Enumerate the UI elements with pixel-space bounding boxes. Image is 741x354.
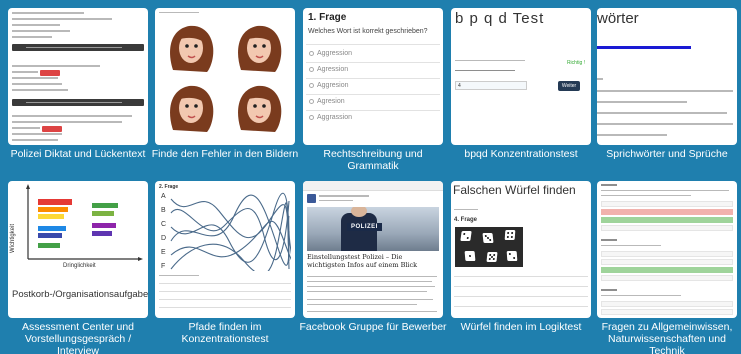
thumbnail-bpqd: b p q d Test Richtig ! 4 Weiter bbox=[451, 8, 591, 145]
path-letter: A bbox=[161, 193, 166, 200]
thumbnail-pfade: 2. Frage A B C D E F bbox=[155, 181, 295, 318]
bpqd-title: b p q d Test bbox=[455, 10, 545, 27]
polizei-badge: POLIZEI bbox=[347, 223, 382, 231]
quiz-title: 1. Frage bbox=[308, 12, 347, 23]
postkorb-label: Postkorb-/Organisationsaufgabe bbox=[12, 289, 148, 300]
thumbnail-wuerfel: Falschen Würfel finden 4. Frage bbox=[451, 181, 591, 318]
answer-field: 4 bbox=[455, 81, 527, 90]
thumbnail-faces bbox=[155, 8, 295, 145]
quiz-option: Aggression bbox=[309, 50, 352, 57]
path-letter: D bbox=[161, 235, 167, 242]
matrix-diagram-icon bbox=[26, 184, 143, 261]
sprichwoerter-title: wörter bbox=[597, 10, 639, 27]
face-illustration-icon bbox=[238, 85, 282, 132]
wuerfel-question: 4. Frage bbox=[454, 217, 478, 223]
tile-caption: Polizei Diktat und Lückentext bbox=[10, 148, 146, 160]
path-letter: B bbox=[161, 207, 166, 214]
maze-paths-icon bbox=[170, 192, 291, 271]
face-illustration-icon bbox=[170, 25, 214, 72]
y-axis-label: Wichtigkeit bbox=[10, 223, 16, 253]
thumbnail-postkorb: Wichtigkeit Dringlichkeit Postkorb-/Orga… bbox=[8, 181, 148, 318]
feedback-text: Richtig ! bbox=[566, 60, 585, 66]
tile-caption: Assessment Center und Vorstellungsgesprä… bbox=[21, 321, 135, 354]
path-letter: E bbox=[161, 249, 166, 256]
path-letter: F bbox=[161, 263, 166, 270]
face-illustration-icon bbox=[238, 25, 282, 72]
thumbnail-facebook: POLIZEI Einstellungstest Polizei – Die w… bbox=[303, 181, 443, 318]
quiz-option: Agression bbox=[309, 66, 348, 73]
pfade-title: 2. Frage bbox=[159, 184, 179, 190]
tile-caption: Finde den Fehler in den Bildern bbox=[151, 148, 299, 160]
quiz-question: Welches Wort ist korrekt geschrieben? bbox=[308, 28, 428, 35]
face-illustration-icon bbox=[170, 85, 214, 132]
tile-caption: Sprichwörter und Sprüche bbox=[606, 148, 728, 160]
tile-caption: Facebook Gruppe für Bewerber bbox=[299, 321, 447, 333]
quiz-option: Aggresion bbox=[309, 82, 349, 89]
x-axis-label: Dringlichkeit bbox=[63, 263, 96, 269]
post-headline: Einstellungstest Polizei – Die wichtigst… bbox=[307, 253, 418, 269]
wuerfel-title: Falschen Würfel finden bbox=[453, 183, 576, 197]
thumbnail-quiz: 1. Frage Welches Wort ist korrekt geschr… bbox=[303, 8, 443, 145]
police-photo: POLIZEI bbox=[307, 207, 439, 251]
tile-caption: Rechtschreibung und Grammatik bbox=[323, 148, 423, 172]
weiter-button: Weiter bbox=[558, 81, 580, 91]
quiz-option: Aggrassion bbox=[309, 114, 352, 121]
thumbnail-allgemeinwissen bbox=[597, 181, 737, 318]
tile-caption: bpqd Konzentrationstest bbox=[464, 148, 578, 160]
thumbnail-sprichwoerter: wörter bbox=[597, 8, 737, 145]
tile-caption: Fragen zu Allgemeinwissen, Naturwissensc… bbox=[601, 321, 733, 354]
tile-caption: Pfade finden im Konzentrationstest bbox=[181, 321, 269, 345]
dice-image bbox=[455, 227, 523, 267]
test-gallery: Polizei Diktat und Lückentext Finde den … bbox=[0, 0, 741, 354]
tile-caption: Würfel finden im Logiktest bbox=[460, 321, 582, 333]
path-letter: C bbox=[161, 221, 167, 228]
quiz-option: Agresion bbox=[309, 98, 345, 105]
thumbnail-diktat bbox=[8, 8, 148, 145]
